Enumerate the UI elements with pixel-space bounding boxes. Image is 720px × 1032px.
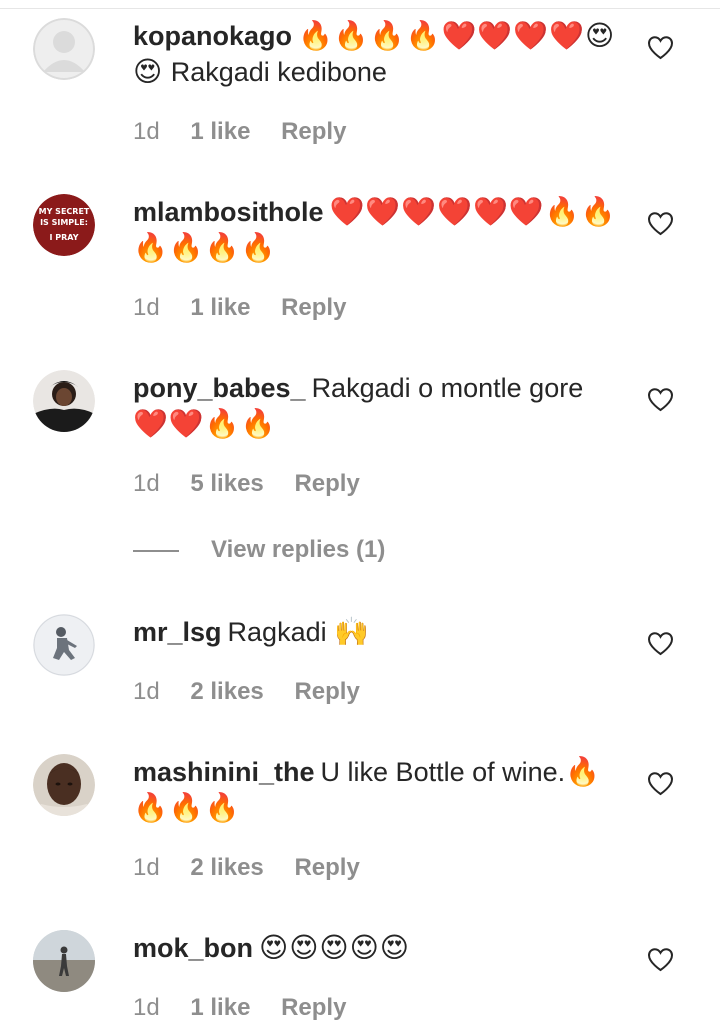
heart-outline-icon[interactable] — [647, 211, 674, 236]
comment-likes[interactable]: 5 likes — [190, 469, 263, 499]
reply-button[interactable]: Reply — [281, 993, 346, 1023]
comment-time: 1d — [133, 118, 160, 145]
comment-likes[interactable]: 1 like — [190, 117, 250, 147]
comment-text: kopanokago 🔥🔥🔥🔥❤️❤️❤️❤️😍 😍 Rakgadi kedibo… — [133, 18, 628, 90]
emoji-sequence: 🔥🔥🔥🔥❤️❤️❤️❤️😍 — [298, 19, 616, 52]
comment-message: Rakgadi o montle gore — [311, 373, 584, 403]
heart-outline-icon[interactable] — [647, 771, 674, 796]
comment-username[interactable]: mlambosithole — [133, 197, 324, 227]
svg-text:MY SECRET: MY SECRET — [39, 207, 90, 216]
comment-meta: 1d 1 like Reply — [133, 993, 346, 1023]
top-divider — [0, 0, 720, 9]
comment-meta: 1d 2 likes Reply — [133, 677, 360, 707]
comment-likes[interactable]: 1 like — [190, 993, 250, 1023]
heart-outline-icon[interactable] — [647, 387, 674, 412]
comment-time: 1d — [133, 470, 160, 497]
avatar-image[interactable]: MY SECRET IS SIMPLE: I PRAY — [33, 194, 95, 256]
comment-meta: 1d 2 likes Reply — [133, 853, 360, 883]
comment-username[interactable]: mr_lsg — [133, 617, 222, 647]
comment-time: 1d — [133, 678, 160, 705]
avatar-image[interactable] — [33, 930, 95, 992]
comment-text: pony_babes_ Rakgadi o montle gore ❤️❤️🔥🔥 — [133, 370, 628, 442]
comment-time: 1d — [133, 854, 160, 881]
comment-text: mashinini_the U like Bottle of wine.🔥 🔥🔥🔥 — [133, 754, 628, 826]
comment-meta: 1d 5 likes Reply — [133, 469, 360, 499]
reply-button[interactable]: Reply — [294, 677, 359, 707]
heart-outline-icon[interactable] — [647, 947, 674, 972]
avatar-image[interactable] — [33, 754, 95, 816]
reply-button[interactable]: Reply — [281, 293, 346, 323]
avatar-image[interactable] — [33, 370, 95, 432]
comment-username[interactable]: pony_babes_ — [133, 373, 306, 403]
comment-username[interactable]: mashinini_the — [133, 757, 315, 787]
comment-text: mok_bon 😍😍😍😍😍 — [133, 930, 628, 966]
emoji-sequence: ❤️❤️❤️❤️❤️❤️🔥🔥 — [329, 195, 617, 228]
heart-outline-icon[interactable] — [647, 631, 674, 656]
svg-text:I PRAY: I PRAY — [49, 233, 78, 242]
view-replies-label: View replies (1) — [211, 536, 386, 563]
view-replies-divider — [133, 549, 179, 552]
comment-likes[interactable]: 2 likes — [190, 677, 263, 707]
avatar-default[interactable] — [33, 18, 95, 80]
reply-button[interactable]: Reply — [294, 469, 359, 499]
svg-text:IS SIMPLE:: IS SIMPLE: — [40, 218, 88, 227]
comment-message: U like Bottle of wine. — [320, 757, 566, 787]
emoji-sequence: ❤️❤️🔥🔥 — [133, 407, 277, 440]
reply-button[interactable]: Reply — [294, 853, 359, 883]
comment-username[interactable]: kopanokago — [133, 21, 292, 51]
heart-outline-icon[interactable] — [647, 35, 674, 60]
comment-message: Rakgadi kedibone — [170, 57, 387, 87]
reply-button[interactable]: Reply — [281, 117, 346, 147]
emoji-sequence: 😍😍😍😍😍 — [259, 931, 410, 964]
view-replies-button[interactable]: View replies (1) — [133, 535, 385, 565]
comment-meta: 1d 1 like Reply — [133, 117, 346, 147]
comment-time: 1d — [133, 994, 160, 1021]
comment-message: Ragkadi — [227, 617, 327, 647]
emoji-sequence: 🙌 — [334, 615, 370, 648]
comment-likes[interactable]: 1 like — [190, 293, 250, 323]
comment-text: mlambosithole ❤️❤️❤️❤️❤️❤️🔥🔥 🔥🔥🔥🔥 — [133, 194, 628, 266]
comment-text: mr_lsg Ragkadi 🙌 — [133, 614, 628, 650]
comment-time: 1d — [133, 294, 160, 321]
comment-likes[interactable]: 2 likes — [190, 853, 263, 883]
emoji-sequence: 🔥🔥🔥 — [133, 791, 241, 824]
emoji-sequence: 🔥 — [565, 755, 602, 788]
comment-meta: 1d 1 like Reply — [133, 293, 346, 323]
avatar-image[interactable] — [33, 614, 95, 676]
comment-username[interactable]: mok_bon — [133, 933, 253, 963]
emoji-sequence: 😍 — [133, 55, 164, 88]
emoji-sequence: 🔥🔥🔥🔥 — [133, 231, 277, 264]
